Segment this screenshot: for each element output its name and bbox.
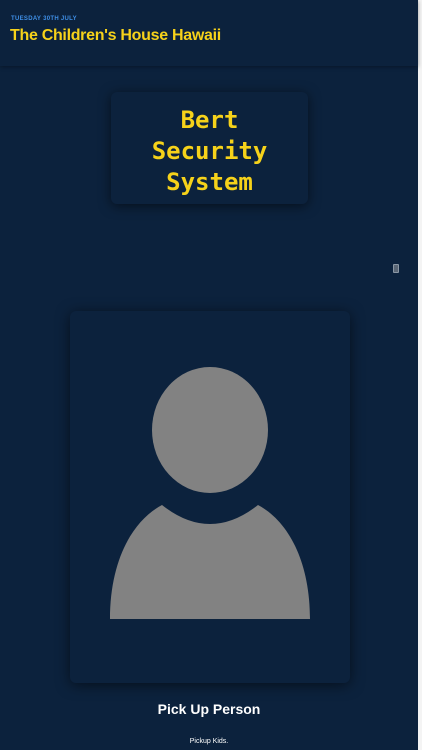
- avatar-body: [110, 505, 310, 619]
- logo-card: Bert Security System: [111, 92, 308, 204]
- person-caption: Pick Up Person: [157, 701, 261, 717]
- header-date: TUESDAY 30TH JULY: [11, 16, 77, 22]
- person-placeholder-icon: [110, 367, 310, 619]
- menu-icon[interactable]: [393, 264, 399, 273]
- logo-line-1: Bert: [180, 106, 239, 134]
- avatar-head: [152, 367, 268, 493]
- person-photo-card[interactable]: [70, 311, 350, 683]
- window-edge: [418, 0, 422, 750]
- logo-line-3: System: [166, 168, 253, 196]
- logo-text: Bert Security System: [111, 105, 308, 198]
- header-title: The Children's House Hawaii: [10, 27, 221, 44]
- person-subcaption: Pickup Kids.: [189, 738, 229, 745]
- screen: TUESDAY 30TH JULY The Children's House H…: [0, 0, 422, 750]
- logo-line-2: Security: [151, 137, 268, 165]
- app-header: TUESDAY 30TH JULY The Children's House H…: [0, 0, 418, 66]
